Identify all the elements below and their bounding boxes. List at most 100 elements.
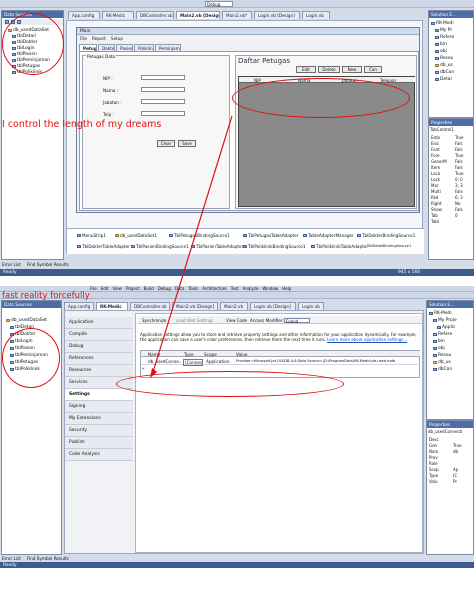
solution-item[interactable]: My Proje [433, 318, 457, 323]
solution-item[interactable]: dbCon [435, 70, 454, 75]
property-name[interactable]: GenerM [431, 159, 447, 164]
property-value[interactable]: Fals [455, 141, 463, 146]
solution-item[interactable]: Refere [435, 35, 454, 40]
property-name[interactable]: Tab [431, 213, 438, 218]
property-name[interactable]: Role [429, 461, 438, 466]
property-name[interactable]: Type [429, 473, 438, 478]
setting-scope[interactable]: Application [205, 359, 233, 364]
tray-dokter-ta[interactable]: TblDokterTableAdapter [77, 244, 130, 249]
setting-value[interactable]: Provider=Microsoft.Jet.OLEDB.4.0;Data So… [235, 359, 419, 363]
solution-item[interactable]: My Pr [435, 28, 452, 33]
cancel-button[interactable]: Can [364, 66, 382, 73]
property-name[interactable]: Fore [431, 153, 440, 158]
tab-app-config[interactable]: App.config [68, 11, 100, 19]
tab-main2[interactable]: Main2.vb [220, 302, 248, 310]
property-name[interactable]: Right [431, 201, 442, 206]
tab-rk-medic[interactable]: RK-Medic [102, 11, 134, 19]
error-list-tab[interactable]: Error List [2, 262, 21, 269]
solution-item[interactable]: obj [435, 49, 447, 54]
table-row[interactable]: db_usedConne... (Connectio... Applicatio… [141, 358, 420, 366]
col-type[interactable]: Type [183, 352, 195, 357]
property-value[interactable]: Fals [455, 189, 463, 194]
property-name[interactable]: Scop [429, 467, 439, 472]
property-name[interactable]: Pad [431, 195, 438, 200]
property-value[interactable]: Fals [455, 159, 463, 164]
tray-petugas-ta[interactable]: TblPetugasTableAdapter [243, 233, 298, 238]
property-value[interactable]: No [455, 201, 460, 206]
delete-button[interactable]: Delete [318, 66, 340, 73]
tray-tam[interactable]: TableAdapterManager [303, 233, 354, 238]
view-code-button[interactable]: View Code [224, 317, 249, 323]
solution-item[interactable]: bin [433, 339, 445, 344]
solution-item[interactable]: bin [435, 42, 447, 47]
solution-item[interactable]: Refere [433, 332, 452, 337]
col-telepon[interactable]: Telepon [379, 78, 397, 83]
property-name[interactable]: Multi [431, 189, 441, 194]
menu-test[interactable]: Test [231, 286, 239, 291]
property-value[interactable]: (C [453, 473, 457, 478]
edit-button[interactable]: Edit [296, 66, 316, 73]
debug-combo[interactable]: Debug [205, 1, 233, 7]
tray-pasien-ta[interactable]: TblPasienTableAdapter [191, 244, 243, 249]
properties-object[interactable]: TabControl1 [430, 127, 454, 132]
property-value[interactable]: Ap [453, 467, 458, 472]
property-value[interactable]: 6; 3 [455, 195, 463, 200]
tray-dokter-bs[interactable]: TblDokterBindingSource1 [357, 233, 415, 238]
tab-settings[interactable]: Settings [65, 389, 133, 401]
property-name[interactable]: Valu [429, 479, 438, 484]
tab-main2[interactable]: Main2.vb* [222, 11, 252, 19]
save-button[interactable]: Save [178, 140, 196, 147]
properties-object[interactable]: db_usedConnecti [428, 429, 462, 434]
tab-main2-design[interactable]: Main2.vb [Design] [172, 302, 218, 310]
tray-poli-bs[interactable]: TblPoliklinikBindingSource1 [243, 244, 306, 249]
property-name[interactable]: Show [431, 207, 442, 212]
access-modifier-select[interactable]: Friend [284, 317, 310, 324]
tab-compile[interactable]: Compile [65, 329, 133, 341]
property-name[interactable]: Emb [431, 135, 440, 140]
menu-architecture[interactable]: Architecture [202, 286, 227, 291]
tray-pasien-bs[interactable]: TblPasienBindingSource1 [131, 244, 189, 249]
menu-debug[interactable]: Debug [158, 286, 171, 291]
tab-code-analysis[interactable]: Code Analysis [65, 449, 133, 461]
property-name[interactable]: Tabl [431, 219, 439, 224]
menu-view[interactable]: View [112, 286, 122, 291]
menu-help[interactable]: Help [282, 286, 291, 291]
menu-file[interactable]: File [80, 36, 87, 41]
solution-item[interactable]: Applic [437, 325, 455, 330]
tray-poli-ta[interactable]: TblPoliklinikTableAdapter [311, 244, 368, 249]
property-value[interactable]: True [453, 443, 462, 448]
property-name[interactable]: Desc [429, 437, 439, 442]
solution-item[interactable]: Detai [435, 77, 452, 82]
property-value[interactable]: Fals [455, 165, 463, 170]
property-value[interactable]: db [453, 449, 458, 454]
learn-more-link[interactable]: Learn more about application settings... [327, 337, 407, 342]
new-button[interactable]: New [342, 66, 362, 73]
tab-login-design[interactable]: Login.vb [Design] [254, 11, 300, 19]
tray-dataset[interactable]: db_usedDataSet1 [115, 233, 157, 238]
menu-tools[interactable]: Tools [188, 286, 198, 291]
menu-report[interactable]: Report [92, 36, 106, 41]
load-web-settings-button[interactable]: Load Web Settings [174, 317, 215, 323]
solution-item[interactable]: obj [433, 346, 445, 351]
property-value[interactable]: 0; 0 [455, 177, 463, 182]
tray-menustrip[interactable]: MenuStrip1 [77, 233, 106, 238]
solution-item[interactable]: Resou [433, 353, 451, 358]
property-name[interactable]: Nam [429, 449, 438, 454]
tab-main2-design[interactable]: Main2.vb [Design]* [176, 11, 220, 19]
solution-item[interactable]: Resou [435, 56, 453, 61]
tab-login[interactable]: Login.vb [298, 302, 324, 310]
property-value[interactable]: Pr [453, 479, 457, 484]
tab-rk-medic[interactable]: RK-Medic [96, 302, 128, 310]
tab-app-config[interactable]: App.config [64, 302, 94, 310]
menu-project[interactable]: Project [126, 286, 140, 291]
menu-setup[interactable]: Setup [111, 36, 123, 41]
property-value[interactable]: Fals [455, 207, 463, 212]
tab-dbcontroller[interactable]: DBController.vb [130, 302, 170, 310]
tab-debug[interactable]: Debug [65, 341, 133, 353]
tree-item-dataset[interactable]: db_usedDataSet [6, 318, 47, 323]
tab-references[interactable]: References [65, 353, 133, 365]
property-name[interactable]: Ena [431, 141, 439, 146]
col-name[interactable]: Name [147, 352, 161, 357]
tab-login[interactable]: Login.vb [302, 11, 330, 19]
solution-item[interactable]: db_us [433, 360, 451, 365]
